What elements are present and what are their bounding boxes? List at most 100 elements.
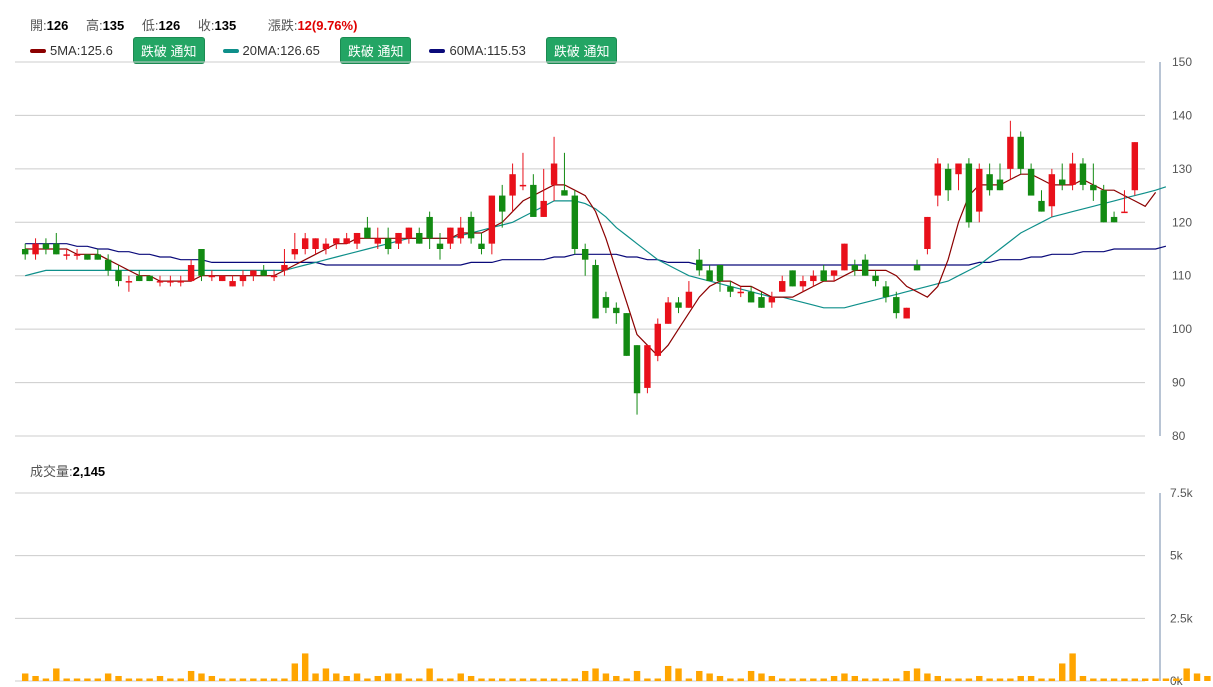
price-tick-label: 150 [1172,55,1192,69]
volume-bar [706,673,713,681]
volume-bar [125,678,133,681]
candle-body [395,232,402,244]
candle-body [219,275,226,282]
volume-bar [1152,678,1159,681]
candle-body [789,270,796,287]
candle-body [664,302,672,324]
candle-body [1090,184,1097,191]
volume-bar [664,665,672,681]
volume-bar [447,678,454,681]
volume-bar [146,678,153,681]
volume-bar [42,678,50,681]
volume-bar [913,668,921,681]
volume-bar [1131,678,1139,681]
candle-body [94,254,101,260]
candle-body [747,291,755,303]
candle-body [250,270,257,276]
volume-bar [322,668,330,681]
volume-bar [291,663,299,681]
candle-body [436,243,444,249]
volume-bar [488,678,496,681]
price-tick-label: 80 [1172,429,1186,443]
volume-bar [229,678,236,681]
candle-body [301,238,309,249]
candle-body [364,227,371,239]
candle-body [903,307,910,319]
candle-body [270,275,278,278]
volume-bar [571,678,579,681]
candle-body [841,243,848,271]
candle-body [136,275,143,282]
volume-bar [944,678,952,681]
candle-body [644,345,651,388]
volume-bar [924,673,931,681]
candle-body [882,286,890,298]
volume-bar [1069,653,1076,681]
candle-body [1069,163,1076,185]
candle-body [84,254,91,260]
candle-body [187,265,195,282]
volume-bar [364,678,371,681]
volume-bar [1017,675,1024,681]
volume-bar [602,673,610,681]
volume-bar [73,678,81,681]
price-tick-label: 130 [1172,162,1192,176]
candle-body [457,227,464,239]
volume-bar [685,678,693,681]
candle-body [955,163,962,175]
candle-body [1131,142,1139,191]
volume-bar [104,673,112,681]
volume-bar [250,678,257,681]
volume-bar [416,678,423,681]
volume-bar [623,678,630,681]
candle-body [872,275,879,282]
candle-body [1110,216,1118,223]
volume-bar [810,678,817,681]
candle-body [613,307,620,314]
volume-bar [426,668,433,681]
volume-bar [789,678,796,681]
candle-body [32,243,39,255]
candle-body [944,168,952,191]
candle-body [976,168,983,212]
candle-body [198,249,205,276]
candle-body [550,163,558,185]
volume-bar [1090,678,1097,681]
candle-body [156,281,164,283]
candle-body [63,254,70,256]
candle-body [820,270,827,282]
volume-bar [613,675,620,681]
candle-body [343,238,350,244]
candle-body [851,265,859,271]
candle-body [1027,168,1035,196]
volume-bar [333,673,340,681]
volume-bar [830,675,838,681]
volume-bar [1007,678,1014,681]
candle-body [706,270,713,282]
candle-body [374,238,381,244]
volume-bar [996,678,1004,681]
volume-bar [882,678,890,681]
volume-bar [343,675,350,681]
candle-body [810,275,817,282]
candle-body [146,275,153,282]
candle-body [104,259,112,271]
volume-bar [1204,675,1211,681]
candle-body [1048,174,1056,207]
volume-bar [457,673,464,681]
price-tick-label: 120 [1172,215,1192,229]
candle-body [208,275,216,278]
candle-body [934,163,941,196]
volume-bar [1100,678,1107,681]
candle-body [737,291,744,294]
candle-body [281,265,288,271]
candle-body [125,281,133,283]
volume-bar [965,678,973,681]
candle-body [685,291,693,308]
candle-body [405,227,413,239]
candle-body [115,270,122,282]
candle-body [488,195,496,244]
volume-bar [851,675,859,681]
candle-body [260,270,267,276]
volume-tick-label: 7.5k [1170,486,1194,500]
